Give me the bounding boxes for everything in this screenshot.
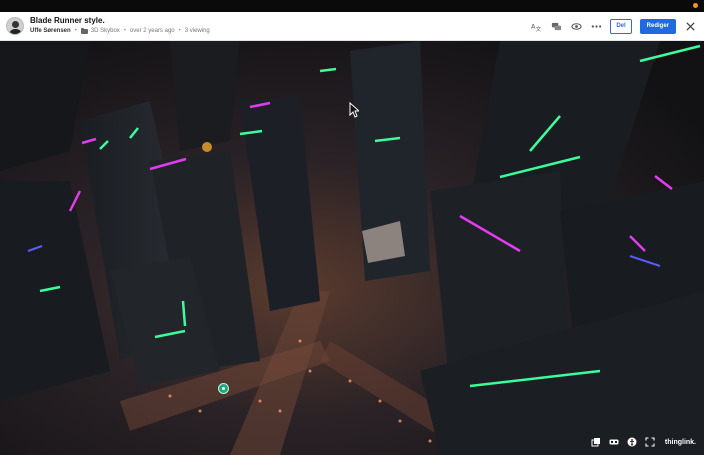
author-name[interactable]: Uffe Sørensen bbox=[30, 27, 71, 36]
folder-name[interactable]: 3D Skybox bbox=[91, 27, 120, 36]
viewer-controls: thinglink. bbox=[591, 437, 696, 447]
folder-icon bbox=[80, 28, 88, 34]
separator: • bbox=[74, 28, 77, 34]
separator: • bbox=[178, 28, 181, 34]
more-icon[interactable] bbox=[590, 20, 602, 32]
eye-icon[interactable] bbox=[570, 20, 582, 32]
close-icon[interactable] bbox=[684, 20, 696, 32]
avatar[interactable] bbox=[6, 17, 24, 35]
date-text: over 2 years ago bbox=[129, 28, 175, 34]
status-dot bbox=[693, 3, 698, 8]
header-actions: A文 Del Rediger bbox=[530, 18, 696, 34]
comments-icon[interactable] bbox=[550, 20, 562, 32]
translate-icon[interactable]: A文 bbox=[530, 20, 542, 32]
edit-button[interactable]: Rediger bbox=[639, 18, 676, 34]
share-button[interactable]: Del bbox=[610, 18, 632, 34]
layers-icon[interactable] bbox=[591, 437, 601, 447]
vr-icon[interactable] bbox=[609, 437, 619, 447]
avatar-body bbox=[9, 29, 22, 34]
mouse-cursor-icon bbox=[349, 102, 359, 118]
skybox-viewer[interactable]: thinglink. bbox=[0, 41, 704, 455]
separator: • bbox=[123, 28, 126, 34]
location-pin-icon[interactable] bbox=[218, 383, 229, 394]
avatar-head bbox=[12, 21, 19, 28]
page-title: Blade Runner style. bbox=[30, 16, 105, 25]
views-count: 3 viewing bbox=[184, 28, 210, 34]
meta-row: Uffe Sørensen • 3D Skybox • over 2 years… bbox=[30, 27, 210, 36]
brand-logo[interactable]: thinglink. bbox=[665, 439, 696, 446]
title-block: Blade Runner style. Uffe Sørensen • 3D S… bbox=[30, 16, 210, 36]
header-bar: Blade Runner style. Uffe Sørensen • 3D S… bbox=[0, 12, 704, 41]
fullscreen-icon[interactable] bbox=[645, 437, 655, 447]
window-top-strip bbox=[0, 0, 704, 12]
svg-text:文: 文 bbox=[535, 25, 541, 32]
accessibility-icon[interactable] bbox=[627, 437, 637, 447]
